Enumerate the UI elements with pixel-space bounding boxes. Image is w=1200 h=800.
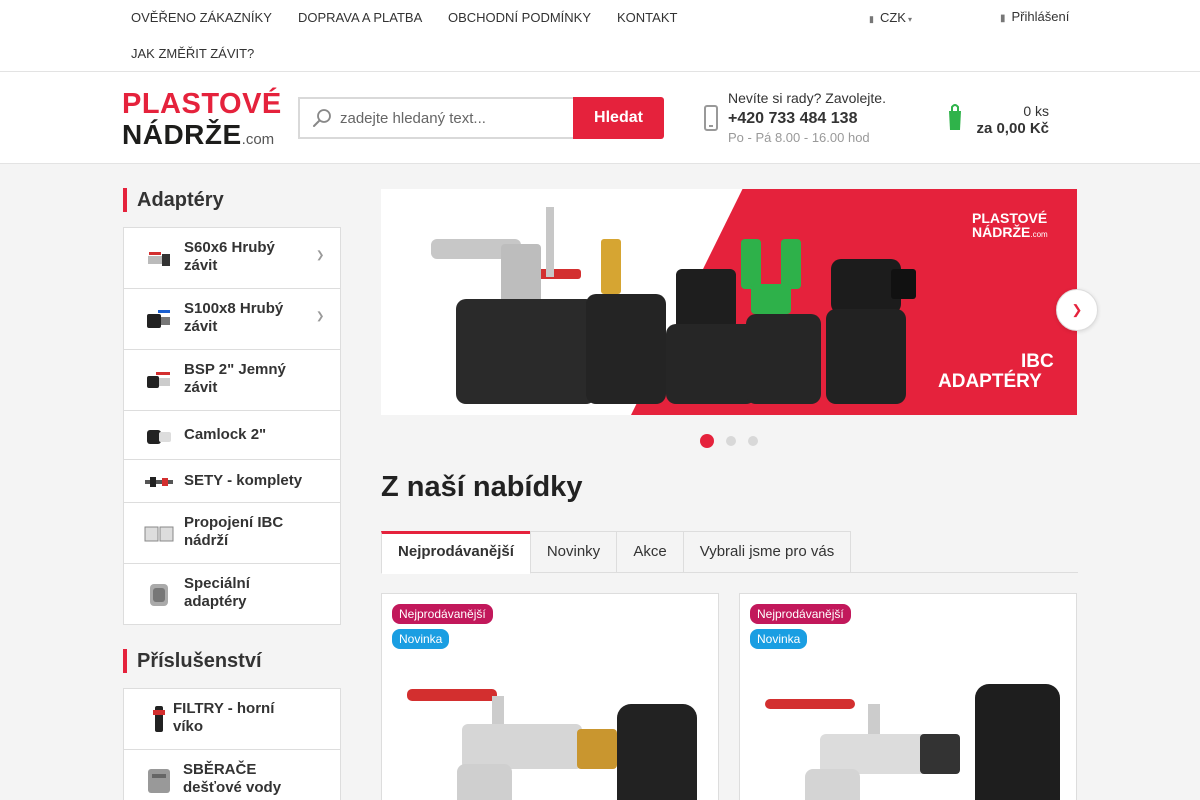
sidebar-item-label: S60x6 Hrubý závit (184, 239, 275, 274)
login-label: Přihlášení (1011, 9, 1070, 24)
valve-s60-thumbnail (148, 252, 170, 266)
set-thumbnail (145, 477, 173, 487)
valve-bsp-thumbnail (147, 372, 170, 388)
money-icon: ▮ (869, 14, 874, 24)
sidebar-item-label: S100x8 Hrubý závit (184, 300, 284, 335)
banner-next-button[interactable]: ❯ (1056, 289, 1098, 331)
nav-link-thread-guide[interactable]: JAK ZMĚŘIT ZÁVIT? (131, 46, 254, 61)
offer-section-title: Z naší nabídky (381, 471, 583, 503)
banner-logo-line-1: PLASTOVÉ (972, 210, 1048, 226)
chevron-right-icon: ❯ (1071, 302, 1083, 317)
banner-logo-domain: .com (1030, 230, 1048, 239)
camlock-thumbnail (147, 430, 171, 444)
cart-icon[interactable] (946, 102, 964, 132)
flag-bestseller: Nejprodávanější (750, 604, 851, 624)
sidebar-item-bsp[interactable]: BSP 2" Jemný závit (124, 350, 340, 411)
sidebar-item-ibc-connection[interactable]: Propojení IBC nádrží (124, 503, 340, 564)
tab-picked-for-you[interactable]: Vybrali jsme pro vás (683, 531, 851, 573)
banner-logo-word: NÁDRŽE (972, 224, 1031, 240)
banner-caption-2: ADAPTÉRY (938, 371, 1042, 392)
site-logo[interactable]: PLASTOVÉ NÁDRŽE.com (122, 88, 287, 151)
banner-logo-line-2: NÁDRŽE.com (972, 225, 1048, 242)
sidebar-item-label: Speciální adaptéry (184, 575, 250, 610)
accessories-category-list: FILTRY - horní víko SBĚRAČE dešťové vody (123, 688, 341, 800)
search-form: Hledat (298, 97, 664, 139)
logo-domain: .com (241, 131, 275, 148)
sidebar-item-label: Propojení IBC nádrží (184, 514, 284, 549)
chevron-down-icon: ▾ (907, 15, 912, 24)
sidebar-title-adapters: Adaptéry (123, 188, 224, 212)
logo-word: NÁDRŽE (122, 119, 242, 150)
user-icon: ▮ (1000, 13, 1006, 24)
flag-new: Novinka (750, 629, 808, 649)
sidebar-item-label: FILTRY - horní víko (173, 700, 275, 735)
valve-s100-thumbnail (147, 310, 170, 328)
tab-bestsellers[interactable]: Nejprodávanější (381, 531, 531, 574)
adapters-category-list: S60x6 Hrubý závit ❯ S100x8 Hrubý závit ❯ B… (123, 227, 341, 625)
hero-banner[interactable]: PLASTOVÉ NÁDRŽE.com IBC ADAPTÉRY (381, 189, 1077, 415)
sidebar-item-special-adapters[interactable]: Speciální adaptéry (124, 564, 340, 624)
search-input[interactable] (340, 101, 570, 135)
contact-prompt: Nevíte si rady? Zavolejte. (728, 90, 886, 106)
offer-tabs: Nejprodávanější Novinky Akce Vybrali jsm… (381, 531, 1078, 574)
cart-total[interactable]: za 0,00 Kč (976, 120, 1049, 137)
chevron-right-icon[interactable]: ❯ (316, 250, 324, 261)
search-box (298, 97, 574, 139)
carousel-dot-1[interactable] (700, 434, 714, 448)
search-icon (313, 109, 331, 127)
sidebar-item-label: SBĚRAČE dešťové vody (183, 761, 282, 796)
sidebar-item-s100x8[interactable]: S100x8 Hrubý závit ❯ (124, 289, 340, 350)
nav-link-shipping[interactable]: DOPRAVA A PLATBA (298, 10, 422, 25)
nav-link-terms[interactable]: OBCHODNÍ PODMÍNKY (448, 10, 591, 25)
carousel-dot-2[interactable] (726, 436, 736, 446)
tab-sale[interactable]: Akce (616, 531, 684, 573)
ibc-adapters-image (431, 207, 916, 404)
banner-caption-1: IBC (1021, 351, 1054, 372)
nav-link-verified[interactable]: OVĚŘENO ZÁKAZNÍKY (131, 10, 272, 25)
contact-hours: Po - Pá 8.00 - 16.00 hod (728, 130, 870, 145)
search-button[interactable]: Hledat (573, 97, 664, 139)
contact-phone[interactable]: +420 733 484 138 (728, 110, 857, 128)
nav-link-contact[interactable]: KONTAKT (617, 10, 677, 25)
carousel-dot-3[interactable] (748, 436, 758, 446)
flag-new: Novinka (392, 629, 450, 649)
sidebar-item-rain-collectors[interactable]: SBĚRAČE dešťové vody (124, 750, 340, 800)
chevron-right-icon[interactable]: ❯ (316, 311, 324, 322)
product-card[interactable]: Nejprodávanější Novinka (381, 593, 719, 800)
logo-line-1: PLASTOVÉ (122, 88, 282, 120)
ibc-tank-thumbnail (144, 526, 174, 542)
product-image (407, 689, 697, 800)
currency-selector[interactable]: ▮ CZK ▾ (869, 10, 912, 25)
currency-label: CZK (879, 10, 906, 25)
product-image (765, 684, 1060, 800)
top-navigation: OVĚŘENO ZÁKAZNÍKY DOPRAVA A PLATBA OBCHO… (0, 0, 1200, 72)
sidebar-title-accessories: Příslušenství (123, 649, 262, 673)
sidebar-item-filters[interactable]: FILTRY - horní víko (124, 689, 340, 750)
sidebar-item-camlock[interactable]: Camlock 2" (124, 411, 340, 460)
tab-news[interactable]: Novinky (530, 531, 617, 573)
sidebar-item-sets[interactable]: SETY - komplety (124, 460, 340, 503)
sidebar-item-label: SETY - komplety (184, 472, 303, 489)
collector-thumbnail (148, 769, 170, 793)
main-content: Adaptéry S60x6 Hrubý závit ❯ S100x8 Hrubý… (0, 164, 1200, 800)
product-card[interactable]: Nejprodávanější Novinka (739, 593, 1077, 800)
logo-line-2: NÁDRŽE.com (122, 119, 274, 155)
sidebar-item-label: BSP 2" Jemný závit (184, 361, 286, 396)
special-adapter-thumbnail (150, 584, 168, 606)
login-link[interactable]: ▮ Přihlášení (1000, 9, 1069, 24)
phone-icon (704, 105, 718, 131)
sidebar-item-s60x6[interactable]: S60x6 Hrubý závit ❯ (124, 228, 340, 289)
cart-quantity[interactable]: 0 ks (1023, 103, 1049, 119)
filter-thumbnail (153, 706, 165, 732)
site-header: PLASTOVÉ NÁDRŽE.com Hledat Nevíte si rad… (0, 73, 1200, 164)
flag-bestseller: Nejprodávanější (392, 604, 493, 624)
sidebar-item-label: Camlock 2" (184, 426, 267, 443)
